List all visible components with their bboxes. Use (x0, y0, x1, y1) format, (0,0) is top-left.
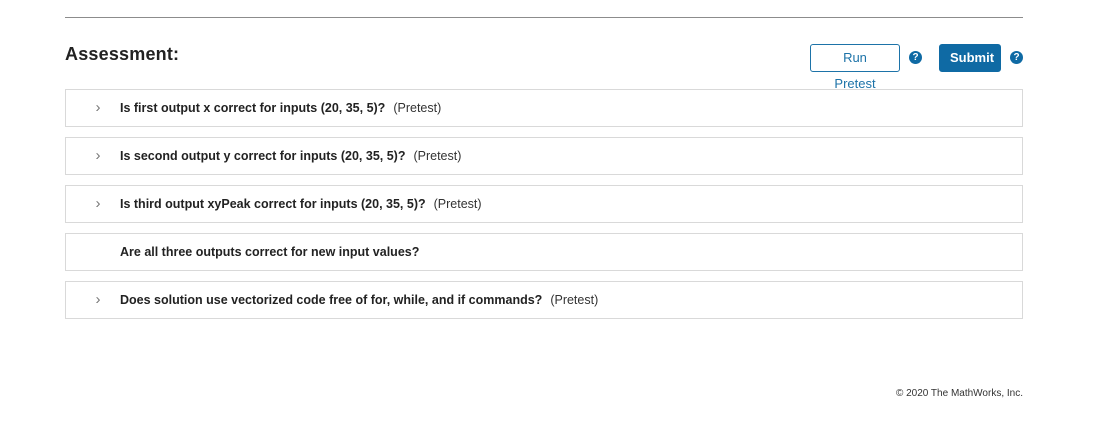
test-row-4: Are all three outputs correct for new in… (65, 233, 1023, 271)
test-question-text: Is third output xyPeak correct for input… (120, 197, 426, 211)
test-question-text: Does solution use vectorized code free o… (120, 293, 543, 307)
copyright-footer: © 2020 The MathWorks, Inc. (895, 388, 1023, 399)
assessment-header: Assessment: Run Pretest ? Submit ? (65, 44, 1023, 91)
test-question: Are all three outputs correct for new in… (120, 234, 419, 270)
pretest-tag: (Pretest) (550, 293, 599, 307)
test-question: Does solution use vectorized code free o… (120, 282, 598, 318)
test-question-text: Is second output y correct for inputs (2… (120, 149, 406, 163)
pretest-tag: (Pretest) (433, 197, 482, 211)
submit-help-icon[interactable]: ? (1010, 51, 1023, 64)
chevron-right-icon[interactable]: › (91, 138, 105, 174)
test-question: Is second output y correct for inputs (2… (120, 138, 461, 174)
test-row-2[interactable]: › Is second output y correct for inputs … (65, 137, 1023, 175)
test-row-1[interactable]: › Is first output x correct for inputs (… (65, 89, 1023, 127)
run-pretest-help-icon[interactable]: ? (909, 51, 922, 64)
assessment-title: Assessment: (65, 44, 180, 64)
test-question-text: Are all three outputs correct for new in… (120, 245, 420, 259)
test-row-3[interactable]: › Is third output xyPeak correct for inp… (65, 185, 1023, 223)
submit-button[interactable]: Submit (939, 44, 1001, 72)
page: Assessment: Run Pretest ? Submit ? › Is … (0, 0, 1103, 425)
divider (65, 17, 1023, 18)
chevron-right-icon[interactable]: › (91, 282, 105, 318)
chevron-right-icon[interactable]: › (91, 90, 105, 126)
test-row-5[interactable]: › Does solution use vectorized code free… (65, 281, 1023, 319)
test-question: Is first output x correct for inputs (20… (120, 90, 441, 126)
run-pretest-button[interactable]: Run Pretest (810, 44, 900, 91)
chevron-right-icon[interactable]: › (91, 186, 105, 222)
test-list: › Is first output x correct for inputs (… (65, 89, 1023, 329)
pretest-tag: (Pretest) (413, 149, 462, 163)
test-question: Is third output xyPeak correct for input… (120, 186, 482, 222)
test-question-text: Is first output x correct for inputs (20… (120, 101, 386, 115)
pretest-tag: (Pretest) (393, 101, 442, 115)
